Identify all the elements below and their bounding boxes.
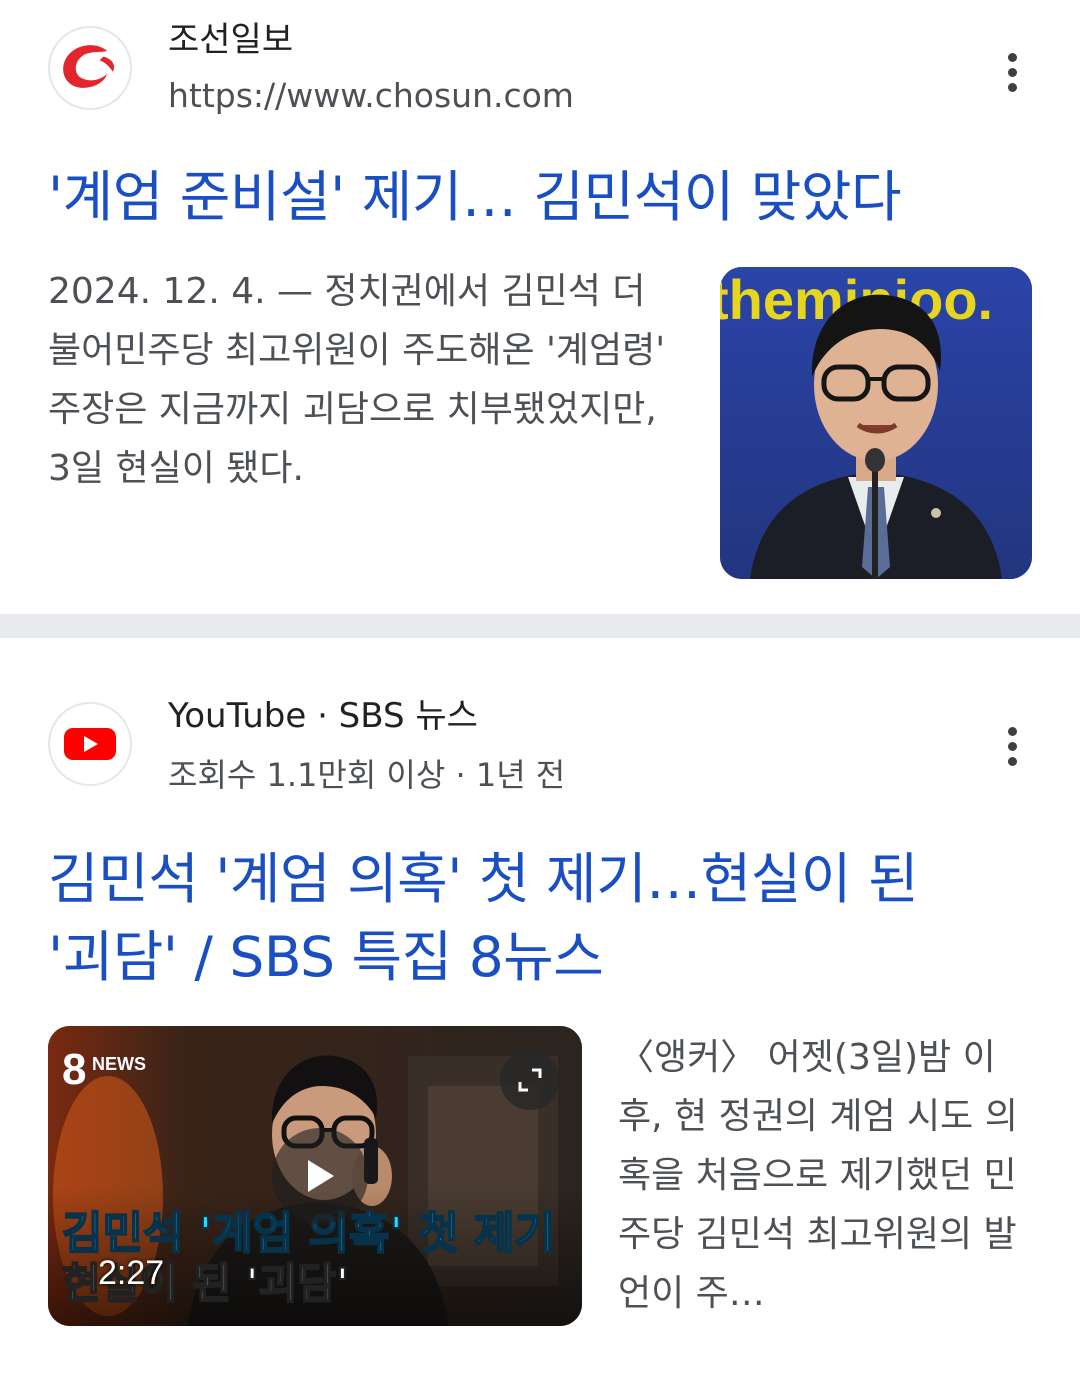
result-title-line-2[interactable]: '괴담' / SBS 특집 8뉴스 [48, 918, 1038, 996]
result-title-link[interactable]: '계엄 준비설' 제기… 김민석이 맞았다 [48, 158, 1038, 236]
video-meta: 조회수 1.1만회 이상 · 1년 전 [168, 756, 566, 794]
source-name[interactable]: YouTube · SBS 뉴스 [168, 696, 478, 737]
result-title-line-1[interactable]: 김민석 '계엄 의혹' 첫 제기…현실이 된 [48, 840, 1038, 918]
video-thumbnail[interactable]: 8 NEWS 김민석 '계엄 의혹' 첫 제기 현실이 된 '괴담' 2:27 [48, 1026, 582, 1326]
news-badge-label: NEWS [92, 1054, 146, 1074]
result-snippet: 〈앵커〉 어젯(3일)밤 이후, 현 정권의 계엄 시도 의혹을 처음으로 제기… [618, 1037, 1018, 1314]
source-url[interactable]: https://www.chosun.com [168, 76, 574, 116]
search-result-card-chosun[interactable]: 조선일보 https://www.chosun.com '계엄 준비설' 제기…… [0, 0, 1080, 614]
video-duration: 2:27 [98, 1254, 165, 1292]
more-vert-icon [1007, 52, 1017, 62]
result-snippet: 2024. 12. 4. — 정치권에서 김민석 더불어민주당 최고위원이 주도… [48, 271, 666, 489]
chosun-logo-icon[interactable] [48, 26, 132, 110]
more-vert-icon [1007, 726, 1017, 736]
more-options-button[interactable] [990, 716, 1034, 776]
youtube-logo-icon[interactable] [48, 702, 132, 786]
news-badge-number: 8 [62, 1045, 86, 1094]
source-name[interactable]: 조선일보 [168, 20, 293, 61]
search-result-card-youtube[interactable]: YouTube · SBS 뉴스 조회수 1.1만회 이상 · 1년 전 김민석… [0, 638, 1080, 1384]
more-options-button[interactable] [990, 42, 1034, 102]
play-icon[interactable] [272, 1128, 368, 1224]
results-divider [0, 614, 1080, 638]
result-title-link[interactable]: 김민석 '계엄 의혹' 첫 제기…현실이 된 '괴담' / SBS 특집 8뉴스 [48, 840, 1038, 996]
expand-icon[interactable] [500, 1050, 560, 1110]
result-thumbnail[interactable]: theminjoo. [720, 267, 1032, 579]
